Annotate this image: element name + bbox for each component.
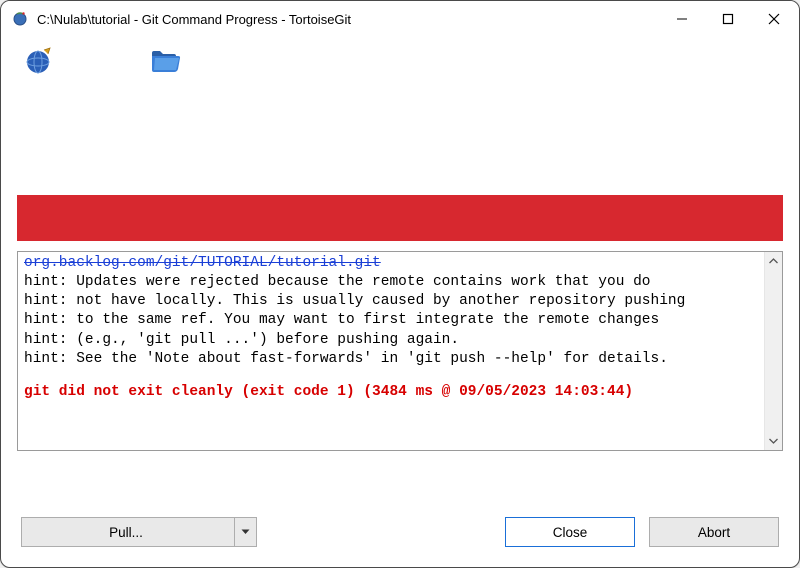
log-hint-line: hint: not have locally. This is usually … (24, 293, 685, 309)
log-url-line: org.backlog.com/git/TUTORIAL/tutorial.gi… (24, 255, 381, 271)
log-error-line: git did not exit cleanly (exit code 1) (… (24, 383, 760, 402)
abort-button-label: Abort (698, 525, 730, 540)
chevron-down-icon (241, 529, 250, 535)
scroll-down-icon[interactable] (765, 432, 783, 450)
window-title: C:\Nulab\tutorial - Git Command Progress… (37, 12, 659, 27)
folder-icon[interactable] (147, 43, 183, 79)
close-button-label: Close (553, 525, 588, 540)
log-hint-line: hint: to the same ref. You may want to f… (24, 312, 659, 328)
abort-button[interactable]: Abort (649, 517, 779, 547)
maximize-button[interactable] (705, 3, 751, 35)
pull-button[interactable]: Pull... (21, 517, 257, 547)
pull-button-label: Pull... (109, 525, 143, 540)
minimize-button[interactable] (659, 3, 705, 35)
toolbar (1, 37, 799, 85)
app-window: C:\Nulab\tutorial - Git Command Progress… (0, 0, 800, 568)
close-window-button[interactable] (751, 3, 797, 35)
log-scrollbar[interactable] (764, 252, 782, 450)
log-panel: org.backlog.com/git/TUTORIAL/tutorial.gi… (17, 251, 783, 451)
scroll-up-icon[interactable] (765, 252, 783, 270)
button-row: Pull... Close Abort (1, 499, 799, 567)
titlebar: C:\Nulab\tutorial - Git Command Progress… (1, 1, 799, 37)
app-icon (11, 10, 29, 28)
close-button[interactable]: Close (505, 517, 635, 547)
log-hint-line: hint: (e.g., 'git pull ...') before push… (24, 332, 459, 348)
globe-icon[interactable] (21, 43, 57, 79)
pull-dropdown-handle[interactable] (234, 518, 256, 546)
log-hint-line: hint: See the 'Note about fast-forwards'… (24, 351, 668, 367)
log-hint-line: hint: Updates were rejected because the … (24, 274, 651, 290)
error-status-bar (17, 195, 783, 241)
log-output[interactable]: org.backlog.com/git/TUTORIAL/tutorial.gi… (18, 252, 764, 450)
header-spacer (1, 85, 799, 195)
